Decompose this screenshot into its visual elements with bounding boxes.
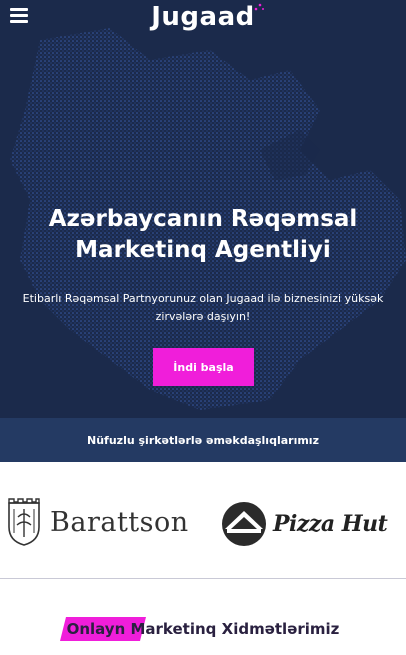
site-logo[interactable]: Jugaad — [0, 2, 406, 32]
hero-section: Jugaad Azərbaycanın Rəqəmsal Marketinq A… — [0, 0, 406, 418]
section-divider — [0, 578, 406, 579]
partner-logo-barattson: Barattson — [6, 494, 189, 550]
barattson-crest-icon — [8, 498, 40, 546]
hero-title-line2: Marketinq Agentliyi — [75, 237, 331, 263]
hero-subtitle-line2: zirvələrə daşıyın! — [155, 310, 251, 323]
pizza-hut-wordmark: Pizza Hut — [273, 511, 388, 537]
logo-accent-dots-icon — [254, 3, 264, 11]
barattson-wordmark: Barattson — [50, 506, 189, 538]
hero-title-line1: Azərbaycanın Rəqəmsal — [48, 206, 358, 232]
hero-title: Azərbaycanın Rəqəmsal Marketinq Agentliy… — [20, 204, 386, 266]
hero-subtitle-line1: Etibarlı Rəqəmsal Partnyorunuz olan Juga… — [22, 292, 384, 305]
partners-heading: Nüfuzlu şirkətlərlə əməkdaşlıqlarımız — [87, 433, 319, 447]
hero-subtitle: Etibarlı Rəqəmsal Partnyorunuz olan Juga… — [14, 290, 392, 326]
services-title: Onlayn Marketinq Xidmətlərimiz — [66, 620, 340, 638]
logo-text: Jugaad — [151, 2, 255, 32]
partner-logo-pizza-hut: Pizza Hut — [219, 498, 388, 550]
partners-heading-band: Nüfuzlu şirkətlərlə əməkdaşlıqlarımız — [0, 418, 406, 462]
pizza-hut-roof-icon — [222, 502, 266, 546]
start-now-button[interactable]: İndi başla — [153, 348, 254, 386]
